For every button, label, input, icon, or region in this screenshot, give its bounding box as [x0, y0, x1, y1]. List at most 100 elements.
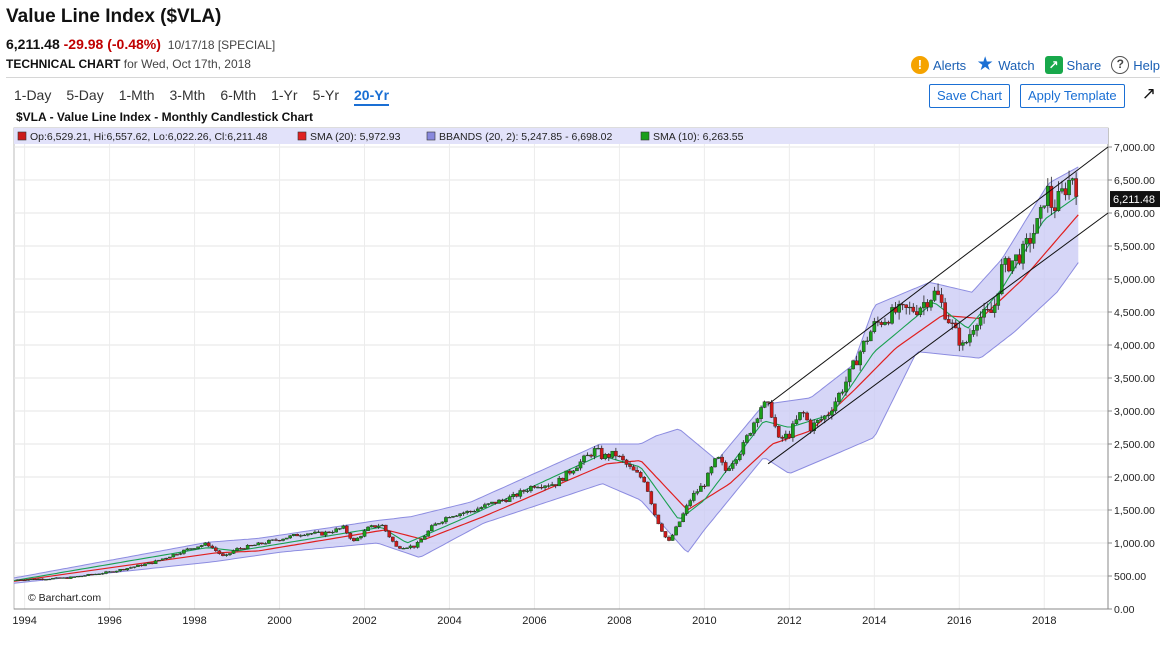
candle-body [320, 531, 324, 536]
candle-body [175, 554, 179, 556]
candle-body [886, 321, 891, 324]
y-tick-label: 5,000.00 [1114, 274, 1155, 286]
candle-body [1070, 178, 1075, 181]
candle-body [826, 414, 831, 417]
candle-body [277, 540, 282, 542]
candle-body [153, 560, 158, 564]
candle-body [525, 490, 530, 492]
candle-body [221, 553, 225, 556]
legend-sma20-swatch [297, 131, 307, 141]
candle-body [196, 546, 200, 549]
x-tick-label: 2010 [692, 615, 716, 627]
candle-body [125, 568, 130, 571]
candle-body [546, 485, 551, 487]
candle-body [621, 455, 625, 461]
candle-body [454, 515, 459, 517]
candle-body [199, 545, 204, 547]
candle-body [242, 548, 246, 550]
candle-body [405, 547, 409, 549]
x-tick-label: 2002 [352, 615, 376, 627]
candle-body [22, 579, 27, 582]
price-label: 6,211.48 [1113, 194, 1155, 206]
y-tick-label: 5,500.00 [1114, 241, 1155, 253]
candle-body [252, 544, 257, 547]
candle-body [543, 485, 547, 488]
y-tick-label: 4,500.00 [1114, 307, 1155, 319]
x-tick-label: 2016 [947, 615, 971, 627]
candle-body [86, 574, 91, 576]
candle-body [419, 539, 423, 543]
candle-body [830, 410, 834, 416]
candle-body [752, 422, 756, 434]
candle-body [929, 300, 933, 308]
candle-body [695, 491, 700, 494]
candle-body [44, 579, 48, 581]
candle-body [72, 576, 76, 578]
candle-body [391, 536, 395, 542]
y-tick-label: 0.00 [1114, 604, 1135, 616]
x-tick-label: 2014 [862, 615, 886, 627]
candle-body [295, 534, 300, 537]
candle-body [1017, 254, 1022, 264]
candle-body [422, 536, 427, 540]
candle-body [645, 481, 650, 492]
candle-body [114, 570, 119, 573]
candle-body [589, 454, 593, 457]
candle-body [582, 455, 586, 462]
candle-body [805, 412, 809, 421]
candle-body [376, 525, 381, 528]
candle-body [961, 342, 965, 346]
y-tick-label: 6,000.00 [1114, 208, 1155, 220]
candle-body [840, 391, 845, 394]
candle-body [150, 562, 154, 564]
candle-body [578, 461, 583, 469]
candle-body [865, 340, 870, 342]
candle-body [352, 538, 356, 542]
candle-body [100, 573, 105, 575]
candle-body [334, 528, 338, 533]
candle-body [670, 534, 675, 541]
candle-body [171, 554, 176, 558]
candle-body [313, 531, 317, 534]
candle-body [323, 531, 328, 536]
candle-body [656, 514, 661, 525]
candle-body [784, 433, 788, 439]
legend-sma10-text: SMA (10): 6,263.55 [653, 131, 744, 143]
candle-body [90, 574, 94, 576]
candle-body [978, 317, 983, 326]
candle-body [51, 578, 55, 580]
candle-body [900, 303, 905, 306]
candle-body [1007, 258, 1011, 272]
candle-body [316, 531, 321, 533]
candle-body [401, 548, 406, 550]
candle-body [263, 543, 268, 545]
candle-body [380, 524, 385, 527]
candle-body [536, 487, 540, 489]
legend-bbands-text: BBANDS (20, 2): 5,247.85 - 6,698.02 [439, 131, 613, 143]
candle-body [592, 448, 597, 457]
price-chart[interactable]: 0.00 500.00 1,000.00 1,500.00 2,000.00 2,500.… [0, 0, 1174, 656]
x-tick-label: 1994 [12, 615, 36, 627]
x-tick-label: 2004 [437, 615, 461, 627]
candle-body [139, 564, 144, 567]
candle-body [511, 493, 516, 497]
y-tick-label: 7,000.00 [1114, 142, 1155, 154]
candle-body [447, 517, 452, 519]
candle-body [210, 545, 215, 548]
candle-body [822, 415, 827, 420]
candle-body [815, 420, 820, 424]
candle-body [879, 322, 884, 325]
candle-body [745, 435, 749, 443]
candle-body [999, 264, 1004, 295]
x-tick-label: 1996 [97, 615, 121, 627]
candle-body [1028, 238, 1032, 244]
candle-body [192, 548, 197, 550]
candle-body [214, 547, 218, 551]
candle-body [925, 302, 930, 308]
candle-body [355, 537, 360, 542]
candle-body [15, 579, 20, 581]
candle-body [1053, 207, 1057, 212]
candle-body [847, 368, 852, 383]
candle-body [971, 330, 976, 335]
candle-body [883, 321, 887, 325]
